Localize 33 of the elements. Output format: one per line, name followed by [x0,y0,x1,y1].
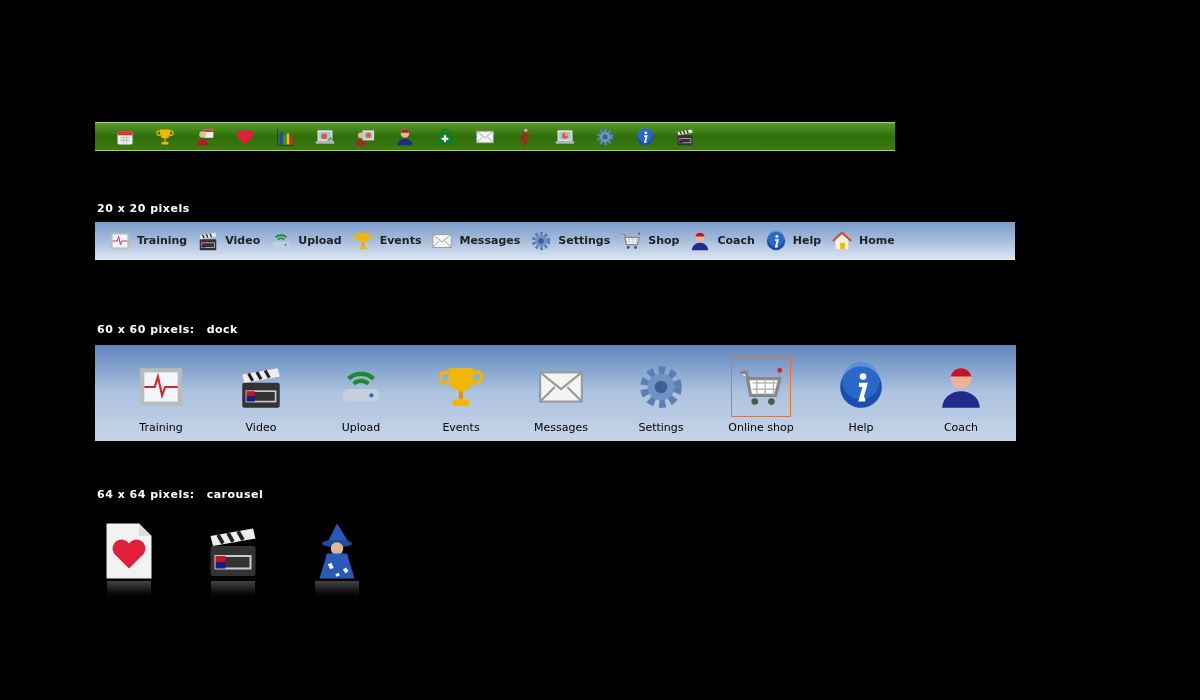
bar-chart-icon[interactable] [275,126,295,147]
trophy-icon [351,230,374,252]
dock-item[interactable]: Settings [611,344,711,441]
dock-item[interactable]: Video [211,344,311,441]
dock-item[interactable]: Coach [911,344,1011,441]
toolbar-button[interactable]: Coach [689,230,755,252]
dock-item[interactable]: Training [111,344,211,441]
dock-item[interactable]: Messages [511,344,611,441]
toolbar-button[interactable]: Training [109,230,188,252]
first-aid-kit-icon[interactable] [435,126,455,147]
toolbar-button[interactable]: Help [764,230,822,252]
home-icon [831,230,854,252]
toolbar-button[interactable]: Video [197,230,261,252]
dock-item[interactable]: Online shop [711,344,811,441]
section-heading: 60 x 60 pixels: [97,322,195,338]
settings-icon [530,230,553,252]
toolbar-button[interactable]: Upload [270,230,342,252]
toolbar-button[interactable]: Messages [431,230,521,252]
style-name: carousel [206,486,264,503]
toolbar-button[interactable]: Home [831,230,895,252]
info-icon[interactable] [635,126,655,147]
style-name: dock [206,322,238,338]
dock-item[interactable]: Help [811,344,911,441]
heartbeat-monitor-icon [109,230,131,252]
section-heading: 20 x 20 pixels [97,202,190,215]
cart-icon [620,230,643,252]
toolbar-button[interactable]: Events [351,230,422,252]
info-icon [764,230,787,252]
toolbar-button[interactable]: Shop [620,230,680,252]
toolbar-button[interactable]: Settings [530,230,611,252]
dock-item[interactable]: Upload [311,344,411,441]
section-heading: 64 x 64 pixels: [97,486,195,503]
dock-item[interactable]: Events [411,344,511,441]
